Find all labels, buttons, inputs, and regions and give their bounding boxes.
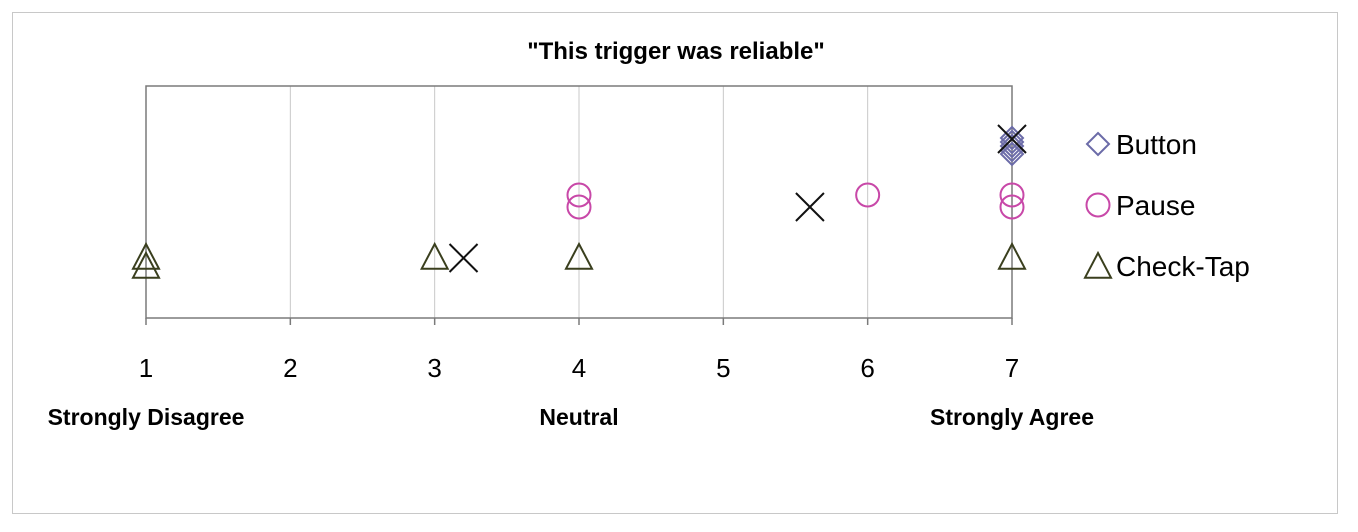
anchor-labels: Strongly Disagree Neutral Strongly Agree — [48, 404, 1094, 430]
mean-markers — [448, 124, 1027, 273]
legend-label: Pause — [1116, 190, 1195, 221]
anchor-label: Neutral — [539, 404, 618, 430]
mean-marker — [448, 243, 479, 273]
x-tick-label: 5 — [716, 353, 730, 383]
legend-marker — [1085, 131, 1111, 157]
x-tick-label: 1 — [139, 353, 153, 383]
legend-label: Button — [1116, 129, 1197, 160]
x-tick-label: 7 — [1005, 353, 1019, 383]
x-tick-label: 2 — [283, 353, 297, 383]
x-tick-label: 3 — [427, 353, 441, 383]
mean-marker — [795, 192, 825, 222]
x-tick-labels: 1 2 3 4 5 6 7 — [139, 353, 1019, 383]
legend: Button Pause Check-Tap — [1083, 129, 1250, 282]
legend-marker — [1083, 250, 1113, 279]
legend-label: Check-Tap — [1116, 251, 1250, 282]
anchor-label: Strongly Disagree — [48, 404, 245, 430]
chart-svg: "This trigger was reliable" 1 2 3 4 5 6 7 Stro… — [48, 38, 1250, 430]
legend-marker — [1085, 192, 1111, 218]
chart-title: "This trigger was reliable" — [527, 38, 825, 65]
x-tick-label: 4 — [572, 353, 586, 383]
anchor-label: Strongly Agree — [930, 404, 1094, 430]
x-tick-label: 6 — [860, 353, 874, 383]
